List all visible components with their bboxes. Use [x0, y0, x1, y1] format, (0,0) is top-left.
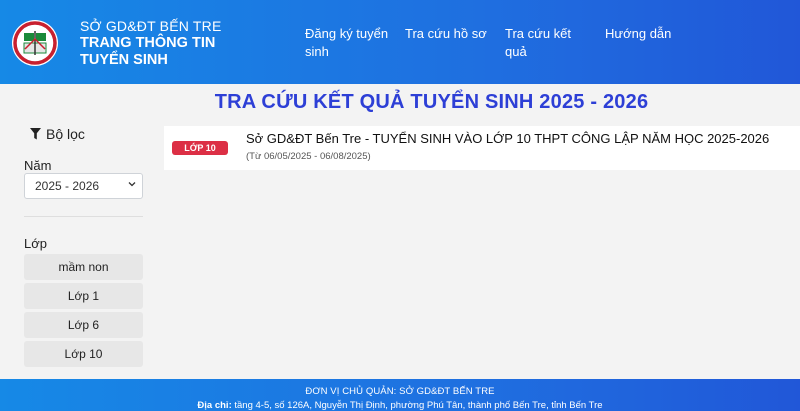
class-button-lop-10[interactable]: Lớp 10: [24, 341, 143, 367]
page-title: TRA CỨU KẾT QUẢ TUYỂN SINH 2025 - 2026: [214, 91, 649, 113]
class-badge: LỚP 10: [172, 141, 228, 155]
department-logo[interactable]: [11, 19, 59, 67]
class-label: Lớp: [24, 236, 47, 251]
footer-address: Địa chỉ: tầng 4-5, số 126A, Nguyễn Thị Đ…: [0, 400, 800, 411]
nav-huong-dan[interactable]: Hướng dẫn: [605, 25, 685, 43]
result-item[interactable]: LỚP 10 Sở GD&ĐT Bến Tre - TUYỂN SINH VÀO…: [164, 126, 800, 170]
brand[interactable]: SỞ GD&ĐT BẾN TRE TRANG THÔNG TIN TUYỂN S…: [80, 18, 260, 69]
site-footer: ĐƠN VỊ CHỦ QUẢN: SỞ GD&ĐT BẾN TRE Địa ch…: [0, 379, 800, 411]
brand-line2: TRANG THÔNG TIN TUYỂN SINH: [80, 35, 216, 68]
year-select[interactable]: 2025 - 2026: [24, 173, 143, 199]
nav-tra-cuu-ket-qua[interactable]: Tra cứu kết quả: [505, 25, 585, 61]
class-button-mam-non[interactable]: mầm non: [24, 254, 143, 280]
filter-title: Bộ lọc: [46, 126, 85, 142]
divider: [24, 216, 143, 217]
footer-address-text: tầng 4-5, số 126A, Nguyễn Thị Định, phườ…: [234, 400, 603, 411]
chevron-down-icon: [128, 182, 136, 187]
nav-tra-cuu-ho-so[interactable]: Tra cứu hồ sơ: [405, 25, 495, 43]
nav-dang-ky[interactable]: Đăng ký tuyển sinh: [305, 25, 395, 61]
result-title[interactable]: Sở GD&ĐT Bến Tre - TUYỂN SINH VÀO LỚP 10…: [246, 131, 769, 146]
footer-owner: ĐƠN VỊ CHỦ QUẢN: SỞ GD&ĐT BẾN TRE: [305, 386, 495, 397]
class-button-lop-6[interactable]: Lớp 6: [24, 312, 143, 338]
site-header: SỞ GD&ĐT BẾN TRE TRANG THÔNG TIN TUYỂN S…: [0, 0, 800, 84]
result-date-range: (Từ 06/05/2025 - 06/08/2025): [246, 151, 371, 162]
brand-line1: SỞ GD&ĐT BẾN TRE: [80, 18, 222, 34]
year-select-value: 2025 - 2026: [35, 179, 100, 193]
footer-address-label: Địa chỉ:: [197, 400, 232, 411]
filter-sidebar: Bộ lọc Năm 2025 - 2026 Lớp mầm non Lớp 1…: [24, 124, 143, 367]
funnel-icon: [30, 128, 41, 140]
year-label: Năm: [24, 158, 52, 173]
class-button-lop-1[interactable]: Lớp 1: [24, 283, 143, 309]
filter-header: Bộ lọc: [30, 124, 143, 144]
